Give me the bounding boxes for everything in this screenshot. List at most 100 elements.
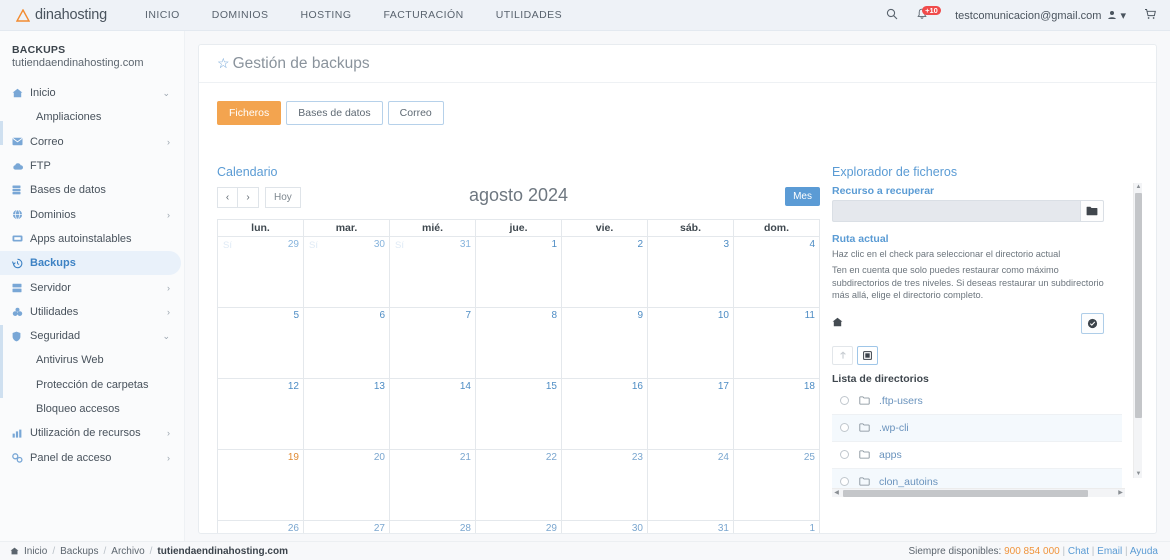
- scroll-right-icon[interactable]: ▶: [1116, 489, 1125, 496]
- folder-icon[interactable]: [1080, 200, 1104, 222]
- calendar-day-cell[interactable]: 23: [561, 449, 648, 521]
- resource-input[interactable]: [832, 200, 1080, 222]
- calendar-day-cell[interactable]: Sí 1: [475, 236, 562, 308]
- calendar-day-cell[interactable]: 20: [303, 449, 390, 521]
- sidebar-item-correo[interactable]: Correo ›: [0, 130, 184, 154]
- calendar-day-cell[interactable]: 29: [475, 520, 562, 533]
- calendar-day-cell[interactable]: 1: [733, 520, 820, 533]
- sidebar-item-bloqueo-accesos[interactable]: Bloqueo accesos: [0, 397, 184, 421]
- support-phone[interactable]: 900 854 000: [1004, 546, 1060, 557]
- calendar-day-cell[interactable]: Sí 18: [733, 378, 820, 450]
- calendar-day-cell[interactable]: Sí 5: [217, 307, 304, 379]
- user-menu-button[interactable]: ▾: [1107, 9, 1126, 22]
- sidebar-item-seguridad[interactable]: Seguridad ⌄: [0, 324, 184, 348]
- cart-icon[interactable]: [1144, 7, 1156, 25]
- file-explorer-panel: Explorador de ficheros Recurso a recuper…: [832, 165, 1142, 498]
- star-icon[interactable]: ☆: [217, 55, 230, 72]
- calendar-day-cell[interactable]: Sí 12: [217, 378, 304, 450]
- search-icon[interactable]: [877, 7, 907, 25]
- calendar-day-cell[interactable]: Sí 29: [217, 236, 304, 308]
- calendar-day-cell[interactable]: 22: [475, 449, 562, 521]
- tab-ficheros[interactable]: Ficheros: [217, 101, 282, 125]
- calendar-day-cell[interactable]: Sí 17: [647, 378, 734, 450]
- arrow-up-icon[interactable]: [832, 345, 853, 365]
- nav-dominios[interactable]: DOMINIOS: [196, 9, 285, 21]
- user-caret-icon: ▾: [1120, 10, 1126, 22]
- nav-hosting[interactable]: HOSTING: [284, 9, 367, 21]
- calendar-day-cell[interactable]: 31: [647, 520, 734, 533]
- calendar-day-cell[interactable]: Sí 16: [561, 378, 648, 450]
- calendar-day-cell[interactable]: 21: [389, 449, 476, 521]
- calendar-day-cell[interactable]: Sí 31: [389, 236, 476, 308]
- scroll-down-icon[interactable]: ▼: [1135, 471, 1142, 477]
- bell-icon[interactable]: +10: [907, 5, 941, 25]
- calendar-day-cell[interactable]: 28: [389, 520, 476, 533]
- calendar-view-month-button[interactable]: Mes: [785, 187, 820, 206]
- calendar-day-cell[interactable]: 27: [303, 520, 390, 533]
- sidebar-item-servidor[interactable]: Servidor ›: [0, 275, 184, 299]
- directory-row[interactable]: .wp-cli: [832, 414, 1122, 442]
- tab-bases-de-datos[interactable]: Bases de datos: [286, 101, 383, 125]
- calendar-day-cell[interactable]: Sí 6: [303, 307, 390, 379]
- home-icon[interactable]: [832, 317, 843, 330]
- sidebar-item-utilidades[interactable]: Utilidades ›: [0, 300, 184, 324]
- calendar-day-cell[interactable]: 30: [561, 520, 648, 533]
- breadcrumb-archivo[interactable]: Archivo: [111, 546, 144, 557]
- vscroll-thumb[interactable]: [1135, 193, 1142, 418]
- sidebar-item-dominios[interactable]: Dominios ›: [0, 202, 184, 226]
- nav-utilidades[interactable]: UTILIDADES: [480, 9, 578, 21]
- calendar-day-cell[interactable]: 25: [733, 449, 820, 521]
- calendar-day-cell[interactable]: Sí 15: [475, 378, 562, 450]
- explorer-horizontal-scrollbar[interactable]: ◀ ▶: [832, 488, 1125, 497]
- sidebar-item-utilizacion-de-recursos[interactable]: Utilización de recursos ›: [0, 421, 184, 445]
- directory-radio[interactable]: [840, 450, 849, 460]
- scroll-up-icon[interactable]: ▲: [1135, 184, 1142, 190]
- tab-correo[interactable]: Correo: [387, 101, 444, 125]
- calendar-day-cell[interactable]: Sí 7: [389, 307, 476, 379]
- sidebar-item-inicio[interactable]: Inicio ⌄: [0, 81, 184, 105]
- calendar-day-cell[interactable]: Sí 19: [217, 449, 304, 521]
- brand-logo[interactable]: dinahosting: [16, 7, 107, 23]
- hscroll-thumb[interactable]: [843, 490, 1088, 497]
- sidebar-item-panel-de-acceso[interactable]: Panel de acceso ›: [0, 445, 184, 469]
- footer-link-ayuda[interactable]: Ayuda: [1130, 546, 1158, 557]
- footer-link-chat[interactable]: Chat: [1068, 546, 1089, 557]
- day-available-label: Sí: [739, 311, 748, 322]
- folder-icon: [859, 396, 870, 405]
- directory-row[interactable]: apps: [832, 442, 1122, 469]
- calendar-day-cell[interactable]: 26: [217, 520, 304, 534]
- sidebar-item-bases-de-datos[interactable]: Bases de datos: [0, 178, 184, 202]
- sidebar-item-ftp[interactable]: FTP: [0, 154, 184, 178]
- sidebar-item-apps-autoinstalables[interactable]: Apps autoinstalables: [0, 227, 184, 251]
- check-circle-icon[interactable]: [1081, 313, 1104, 335]
- scroll-left-icon[interactable]: ◀: [832, 489, 841, 496]
- calendar-day-cell[interactable]: Sí 8: [475, 307, 562, 379]
- sidebar-item-backups[interactable]: Backups: [0, 251, 181, 276]
- breadcrumb-backups[interactable]: Backups: [60, 546, 98, 557]
- day-number: 26: [287, 523, 299, 534]
- calendar-day-cell[interactable]: Sí 13: [303, 378, 390, 450]
- calendar-day-cell[interactable]: Sí 4: [733, 236, 820, 308]
- directory-radio[interactable]: [840, 396, 849, 406]
- footer-link-email[interactable]: Email: [1097, 546, 1122, 557]
- calendar-day-cell[interactable]: Sí 14: [389, 378, 476, 450]
- sidebar-item-antivirus-web[interactable]: Antivirus Web: [0, 348, 184, 372]
- calendar-day-cell[interactable]: Sí 2: [561, 236, 648, 308]
- folder-root-icon[interactable]: [857, 345, 878, 365]
- explorer-vertical-scrollbar[interactable]: ▲ ▼: [1133, 183, 1142, 478]
- calendar-day-cell[interactable]: Sí 9: [561, 307, 648, 379]
- calendar-day-cell[interactable]: Sí 3: [647, 236, 734, 308]
- sidebar-item-proteccion-de-carpetas[interactable]: Protección de carpetas: [0, 373, 184, 397]
- calendar-day-cell[interactable]: 24: [647, 449, 734, 521]
- calendar-day-cell[interactable]: Sí 30: [303, 236, 390, 308]
- directory-radio[interactable]: [840, 423, 849, 433]
- breadcrumb-inicio[interactable]: Inicio: [24, 546, 47, 557]
- sidebar-item-ampliaciones[interactable]: Ampliaciones: [0, 105, 184, 129]
- calendar-day-cell[interactable]: Sí 11: [733, 307, 820, 379]
- nav-inicio[interactable]: INICIO: [129, 9, 196, 21]
- nav-facturacion[interactable]: FACTURACIÓN: [367, 9, 479, 21]
- calendar-day-cell[interactable]: Sí 10: [647, 307, 734, 379]
- directory-row[interactable]: .ftp-users: [832, 388, 1122, 415]
- sidebar-item-label: FTP: [30, 160, 51, 173]
- directory-radio[interactable]: [840, 477, 849, 487]
